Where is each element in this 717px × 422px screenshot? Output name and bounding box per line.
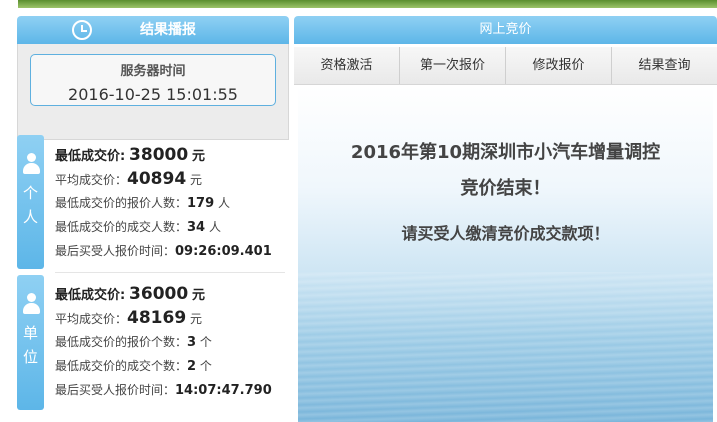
unit-bidders-row: 最低成交价的报价个数：3 个 <box>55 330 289 354</box>
server-time-box: 服务器时间 2016-10-25 15:01:55 <box>30 54 276 106</box>
refresh-clock-icon <box>72 20 92 40</box>
min-price-unit: 元 <box>192 288 206 303</box>
avg-price-label: 平均成交价： <box>55 173 128 187</box>
unit-side-char-2: 位 <box>22 348 38 366</box>
individual-bidders-row: 最低成交价的报价人数：179 人 <box>55 191 289 215</box>
min-price-value: 36000 <box>129 284 189 304</box>
person-icon <box>22 153 40 175</box>
server-time-label: 服务器时间 <box>120 64 186 79</box>
winners-value: 34 <box>187 220 206 235</box>
individual-avg-price-row: 平均成交价：40894 元 <box>55 167 289 191</box>
min-price-label: 最低成交价: <box>55 149 126 164</box>
avg-price-label: 平均成交价： <box>55 312 128 326</box>
min-price-label: 最低成交价: <box>55 288 126 303</box>
bidding-tabs: 资格激活 第一次报价 修改报价 结果查询 <box>294 47 717 85</box>
unit-last-time-row: 最后买受人报价时间：14:07:47.790 <box>55 378 289 402</box>
unit-results-block: 单 位 最低成交价: 36000 元 平均成交价：48169 元 最低成交价的报… <box>17 275 289 410</box>
min-price-value: 38000 <box>129 145 189 165</box>
last-time-label: 最后买受人报价时间： <box>55 244 176 258</box>
block-divider <box>55 272 285 273</box>
winners-value: 2 <box>187 359 197 374</box>
unit-info: 最低成交价: 36000 元 平均成交价：48169 元 最低成交价的报价个数：… <box>55 282 289 402</box>
result-message-ended: 竞价结束！ <box>460 178 551 199</box>
winners-unit: 个 <box>199 359 212 373</box>
server-time-value: 2016-10-25 15:01:55 <box>68 85 238 104</box>
online-bidding-panel: 网上竞价 资格激活 第一次报价 修改报价 结果查询 2016年第10期深圳市小汽… <box>294 16 717 422</box>
individual-min-price-row: 最低成交价: 38000 元 <box>55 143 289 167</box>
bidders-label: 最低成交价的报价人数： <box>55 196 188 210</box>
bidding-result-content: 2016年第10期深圳市小汽车增量调控 竞价结束！ 请买受人缴清竞价成交款项！ <box>298 86 713 422</box>
avg-price-value: 40894 <box>127 169 187 189</box>
result-broadcast-title: 结果播报 <box>140 22 196 38</box>
tab-result-query[interactable]: 结果查询 <box>612 47 717 84</box>
unit-side-char-1: 单 <box>22 324 38 342</box>
tab-first-bid[interactable]: 第一次报价 <box>400 47 506 84</box>
individual-last-time-row: 最后买受人报价时间：09:26:09.401 <box>55 239 289 263</box>
avg-price-unit: 元 <box>190 173 203 187</box>
bidders-unit: 人 <box>217 196 230 210</box>
sea-background <box>298 272 713 422</box>
winners-label: 最低成交价的成交人数： <box>55 220 188 234</box>
last-time-value: 09:26:09.401 <box>175 244 272 259</box>
min-price-unit: 元 <box>192 149 206 164</box>
winners-label: 最低成交价的成交个数： <box>55 359 188 373</box>
unit-min-price-row: 最低成交价: 36000 元 <box>55 282 289 306</box>
unit-side-tab: 单 位 <box>17 275 44 410</box>
result-message-payment: 请买受人缴清竞价成交款项！ <box>401 224 610 243</box>
unit-winners-row: 最低成交价的成交个数：2 个 <box>55 354 289 378</box>
server-time-section: 服务器时间 2016-10-25 15:01:55 <box>17 44 289 140</box>
tab-qualification-activation[interactable]: 资格激活 <box>294 47 400 84</box>
individual-winners-row: 最低成交价的成交人数：34 人 <box>55 215 289 239</box>
bidders-value: 3 <box>187 335 197 350</box>
last-time-label: 最后买受人报价时间： <box>55 383 176 397</box>
result-broadcast-header: 结果播报 <box>17 16 289 44</box>
online-bidding-header: 网上竞价 <box>294 16 717 44</box>
organization-icon <box>22 293 40 315</box>
result-broadcast-panel: 结果播报 服务器时间 2016-10-25 15:01:55 个 人 最低成交价… <box>17 16 289 422</box>
winners-unit: 人 <box>208 220 221 234</box>
individual-side-char-2: 人 <box>22 208 38 226</box>
individual-side-tab: 个 人 <box>17 135 44 269</box>
last-time-value: 14:07:47.790 <box>175 383 272 398</box>
bidders-unit: 个 <box>199 335 212 349</box>
individual-side-char-1: 个 <box>22 184 38 202</box>
individual-results-block: 个 人 最低成交价: 38000 元 平均成交价：40894 元 最低成交价的报… <box>17 135 289 269</box>
top-banner-strip <box>18 0 717 8</box>
result-message-title: 2016年第10期深圳市小汽车增量调控 <box>350 142 661 163</box>
individual-info: 最低成交价: 38000 元 平均成交价：40894 元 最低成交价的报价人数：… <box>55 143 289 263</box>
tab-modify-bid[interactable]: 修改报价 <box>506 47 612 84</box>
unit-avg-price-row: 平均成交价：48169 元 <box>55 306 289 330</box>
avg-price-value: 48169 <box>127 308 187 328</box>
avg-price-unit: 元 <box>190 312 203 326</box>
bidders-value: 179 <box>187 196 215 211</box>
bidders-label: 最低成交价的报价个数： <box>55 335 188 349</box>
